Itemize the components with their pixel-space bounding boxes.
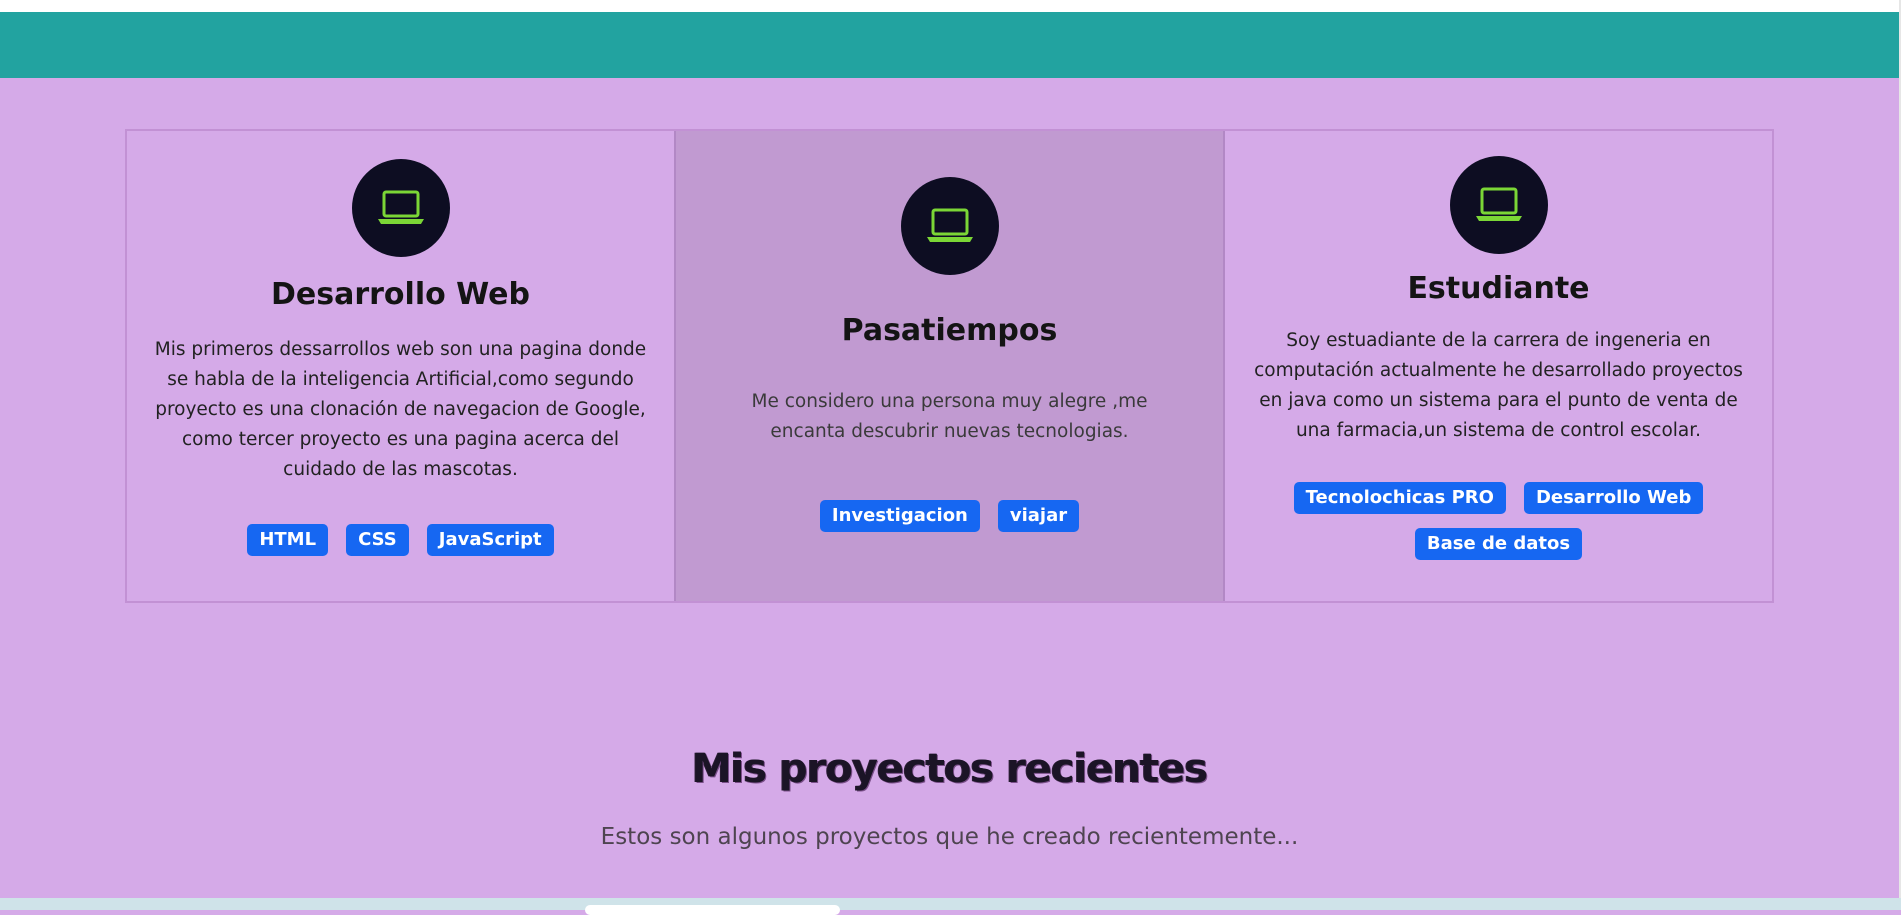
card-description: Me considero una persona muy alegre ,me … xyxy=(751,391,1148,442)
tag-html[interactable]: HTML xyxy=(247,524,329,556)
card-title: Desarrollo Web xyxy=(270,277,530,312)
card-tags: Tecnolochicas PRO Desarrollo Web Base de… xyxy=(1225,482,1772,560)
card-estudiante: Estudiante Soy estuadiante de la carrera… xyxy=(1225,131,1772,601)
projects-section-subtitle: Estos son algunos proyectos que he cread… xyxy=(600,824,1299,850)
card-description: Mis primeros dessarrollos web son una pa… xyxy=(154,339,647,480)
laptop-icon-circle xyxy=(900,177,999,275)
laptop-icon xyxy=(1475,187,1522,221)
laptop-icon xyxy=(926,208,973,242)
tag-investigacion[interactable]: Investigacion xyxy=(819,500,980,532)
tag-base-de-datos[interactable]: Base de datos xyxy=(1414,528,1583,560)
laptop-icon-circle xyxy=(1449,156,1548,254)
projects-section-title: Mis proyectos recientes xyxy=(691,746,1208,792)
laptop-icon-circle xyxy=(351,159,450,257)
tag-javascript[interactable]: JavaScript xyxy=(426,524,554,556)
taskbar-search[interactable] xyxy=(585,905,840,915)
card-title: Estudiante xyxy=(1407,271,1590,306)
cards-container: Desarrollo Web Mis primeros dessarrollos… xyxy=(125,129,1774,603)
tag-desarrollo-web[interactable]: Desarrollo Web xyxy=(1523,482,1704,514)
tag-viajar[interactable]: viajar xyxy=(997,500,1080,532)
tag-css[interactable]: CSS xyxy=(346,524,409,556)
bottom-taskbar xyxy=(0,898,1901,910)
card-tags: Investigacion viajar xyxy=(676,500,1223,532)
card-description: Soy estuadiante de la carrera de ingener… xyxy=(1254,330,1743,441)
header-bar xyxy=(0,12,1899,78)
card-pasatiempos: Pasatiempos Me considero una persona muy… xyxy=(674,131,1225,601)
tag-tecnolochicas-pro[interactable]: Tecnolochicas PRO xyxy=(1293,482,1506,514)
card-desarrollo-web: Desarrollo Web Mis primeros dessarrollos… xyxy=(127,131,674,601)
top-edge xyxy=(0,0,1901,12)
card-title: Pasatiempos xyxy=(841,313,1058,348)
laptop-icon xyxy=(377,190,424,224)
card-tags: HTML CSS JavaScript xyxy=(127,524,674,556)
